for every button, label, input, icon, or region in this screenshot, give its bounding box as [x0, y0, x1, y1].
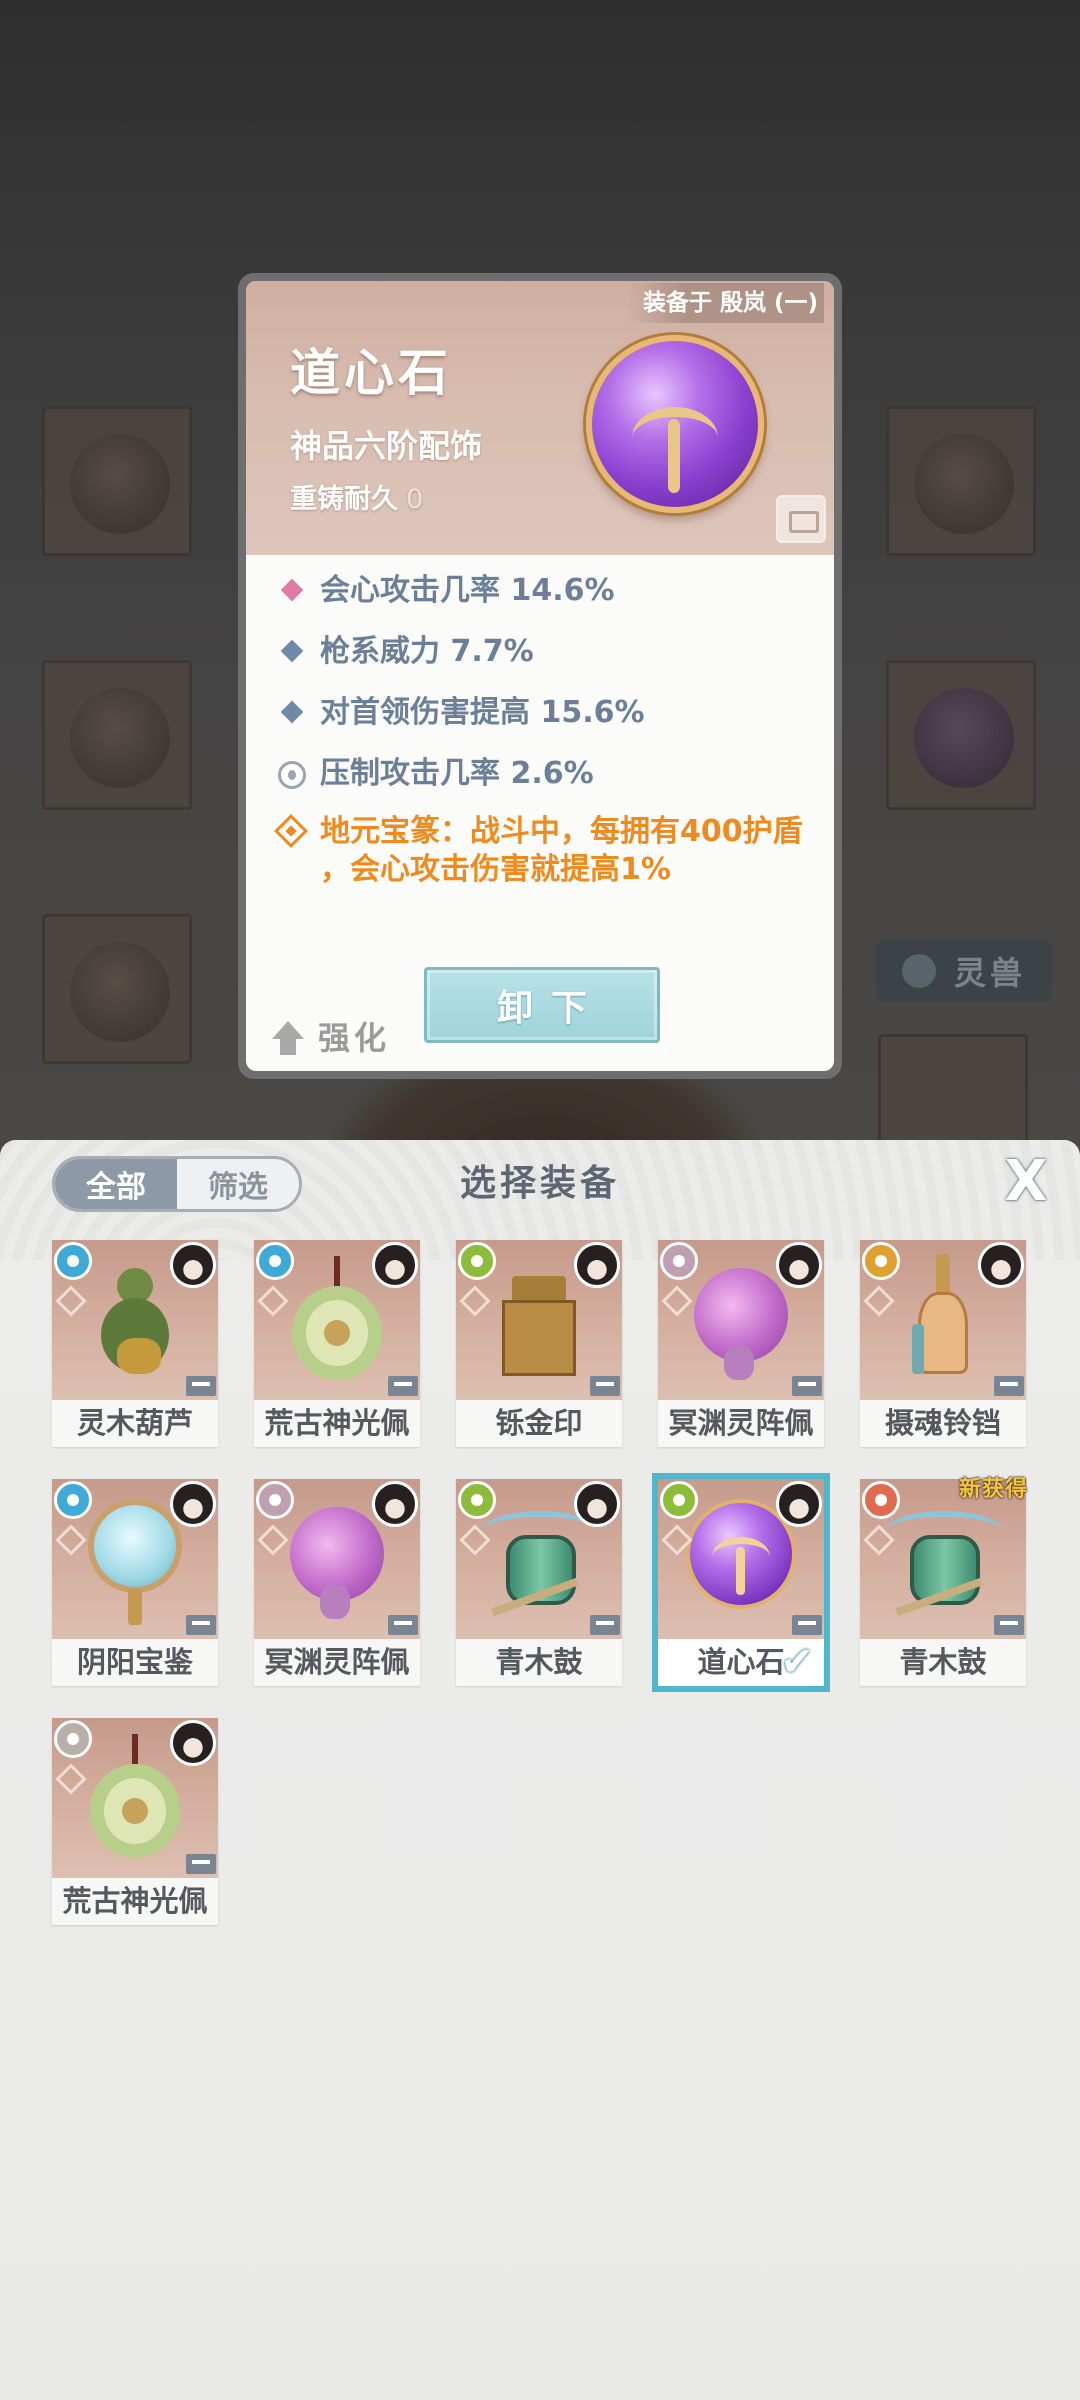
- pink-diamond-icon: [280, 578, 304, 602]
- up-arrow-icon: [272, 1021, 304, 1055]
- stat-row: 对首领伤害提高 15.6%: [276, 691, 816, 752]
- item-grade: 神品六阶配饰: [290, 427, 483, 465]
- item-detail-header: 装备于 殷岚 (一) 道心石 神品六阶配饰 重铸耐久 0: [246, 281, 834, 555]
- special-effect-line2: ，会心攻击伤害就提高1%: [320, 852, 671, 887]
- stat-row: 会心攻击几率 14.6%: [276, 569, 816, 630]
- orb-icon: [914, 688, 1014, 788]
- lock-icon[interactable]: [776, 495, 826, 543]
- durability-label: 重铸耐久: [290, 484, 398, 515]
- shield-icon: [902, 954, 936, 988]
- enhance-label: 强化: [318, 1019, 391, 1057]
- suppress-flame-icon: [278, 761, 306, 789]
- item-detail-card: 装备于 殷岚 (一) 道心石 神品六阶配饰 重铸耐久 0 会心攻击几率 14.6%…: [238, 273, 842, 1079]
- stat-text: 枪系威力 7.7%: [320, 634, 534, 669]
- item-title: 道心石: [290, 344, 452, 402]
- recast-durability: 重铸耐久 0: [290, 477, 423, 516]
- item-detail-inner: 装备于 殷岚 (一) 道心石 神品六阶配饰 重铸耐久 0 会心攻击几率 14.6%…: [246, 281, 834, 1071]
- stat-row: 压制攻击几率 2.6%: [276, 752, 816, 813]
- stat-row: 枪系威力 7.7%: [276, 630, 816, 691]
- spirit-beast-tab: 灵兽: [876, 940, 1052, 1002]
- rune-icon: [274, 814, 308, 848]
- special-effect-line1: 地元宝篆：战斗中，每拥有400护盾: [320, 814, 803, 849]
- blue-diamond-icon: [280, 700, 304, 724]
- enhance-button[interactable]: 强化: [272, 1011, 390, 1061]
- element-icon: [458, 1242, 496, 1280]
- filter-toggle: 全部 筛选: [52, 1156, 302, 1212]
- spear-icon: [70, 434, 170, 534]
- equip-slot-armor: [42, 660, 192, 810]
- dao-heart-stone-icon: [586, 335, 764, 513]
- tab-all[interactable]: 全部: [55, 1159, 177, 1209]
- equip-slot-beast: [878, 1034, 1028, 1144]
- equip-slot-robe: [42, 914, 192, 1064]
- stat-text: 对首领伤害提高 15.6%: [320, 695, 645, 730]
- blue-diamond-icon: [280, 639, 304, 663]
- stat-text: 压制攻击几率 2.6%: [320, 756, 594, 791]
- item-stats: 会心攻击几率 14.6% 枪系威力 7.7% 对首领伤害提高 15.6% 压制攻…: [274, 569, 816, 889]
- stat-text: 会心攻击几率 14.6%: [320, 573, 615, 608]
- armor-icon: [70, 688, 170, 788]
- durability-value: 0: [406, 484, 424, 515]
- tab-filter[interactable]: 筛选: [177, 1159, 299, 1209]
- element-icon: [862, 1242, 900, 1280]
- special-effect: 地元宝篆：战斗中，每拥有400护盾 ，会心攻击伤害就提高1%: [274, 813, 816, 889]
- equip-slot-drum: [886, 406, 1036, 556]
- unequip-button[interactable]: 卸下: [424, 967, 660, 1043]
- empty-area: [0, 1280, 1080, 2400]
- element-icon: [54, 1242, 92, 1280]
- drum-icon: [914, 434, 1014, 534]
- equipped-by-label: 装备于 殷岚 (一): [626, 283, 824, 323]
- close-button[interactable]: X: [1000, 1154, 1052, 1210]
- robe-icon: [70, 942, 170, 1042]
- element-icon: [256, 1242, 294, 1280]
- spirit-beast-tab-label: 灵兽: [953, 954, 1026, 992]
- equip-slot-weapon: [42, 406, 192, 556]
- equip-slot-accessory: [886, 660, 1036, 810]
- element-icon: [660, 1242, 698, 1280]
